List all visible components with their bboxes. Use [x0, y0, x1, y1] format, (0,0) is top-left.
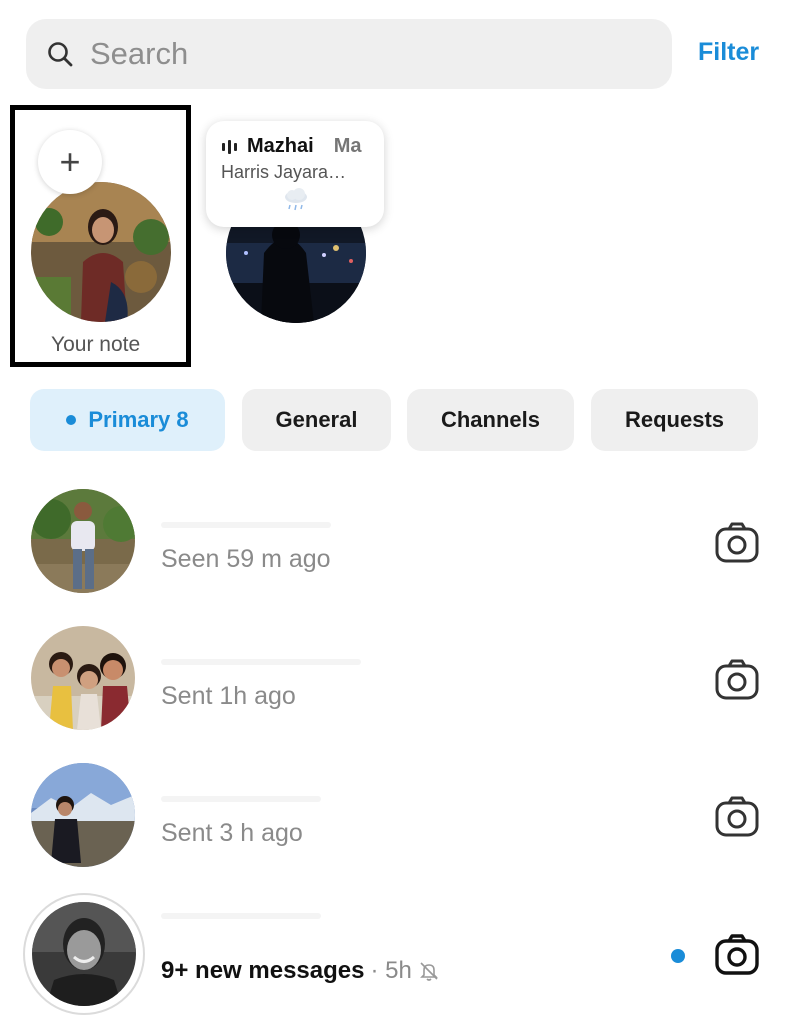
- search-bar[interactable]: [26, 19, 672, 89]
- chat-status: Seen 59 m ago: [161, 545, 331, 573]
- unread-indicator: [671, 949, 685, 963]
- avatar[interactable]: [31, 626, 135, 730]
- tab-requests[interactable]: Requests: [591, 389, 758, 451]
- tab-channels[interactable]: Channels: [407, 389, 574, 451]
- your-note-label: Your note: [51, 333, 141, 356]
- tab-general[interactable]: General: [242, 389, 391, 451]
- note-song-title-overflow: Ma: [333, 135, 362, 157]
- tab-channels-label: Channels: [440, 407, 541, 432]
- plus-icon: +: [59, 141, 81, 182]
- chat-status: 9+ new messages: [161, 957, 365, 984]
- chat-time: · 5h: [370, 957, 412, 984]
- tab-primary[interactable]: Primary 8: [30, 389, 225, 451]
- your-avatar[interactable]: [31, 182, 171, 322]
- unread-dot-icon: [66, 415, 77, 425]
- chat-status-row: 9+ new messages · 5h: [161, 957, 440, 985]
- camera-icon[interactable]: [714, 794, 760, 840]
- chat-status: Sent 1h ago: [161, 682, 296, 710]
- friend-note-card[interactable]: Mazhai Ma Harris Jayara…: [206, 121, 384, 227]
- chat-row[interactable]: Seen 59 m ago: [0, 482, 789, 602]
- chat-name-placeholder: [161, 913, 321, 919]
- muted-bell-icon: [419, 962, 438, 981]
- chat-status: Sent 3 h ago: [161, 819, 303, 847]
- avatar[interactable]: [31, 489, 135, 593]
- add-note-button[interactable]: +: [38, 130, 102, 194]
- chat-name-placeholder: [161, 522, 331, 528]
- note-song-title: Mazhai: [247, 135, 314, 157]
- camera-icon[interactable]: [714, 657, 760, 703]
- avatar[interactable]: [31, 763, 135, 867]
- search-icon: [48, 42, 73, 67]
- camera-icon[interactable]: [714, 932, 760, 978]
- note-artist: Harris Jayara…: [221, 162, 347, 182]
- chat-name-placeholder: [161, 796, 321, 802]
- rain-cloud-icon: [285, 188, 307, 211]
- avatar[interactable]: [32, 902, 136, 1006]
- camera-icon[interactable]: [714, 520, 760, 566]
- filter-button[interactable]: Filter: [698, 38, 759, 67]
- search-input[interactable]: [88, 35, 612, 73]
- chat-row[interactable]: Sent 1h ago: [0, 619, 789, 739]
- chat-row[interactable]: Sent 3 h ago: [0, 756, 789, 876]
- tab-primary-label: Primary 8: [88, 407, 189, 432]
- audio-wave-icon: [222, 139, 237, 154]
- chat-name-placeholder: [161, 659, 361, 665]
- tab-requests-label: Requests: [624, 407, 725, 432]
- tab-general-label: General: [275, 407, 358, 432]
